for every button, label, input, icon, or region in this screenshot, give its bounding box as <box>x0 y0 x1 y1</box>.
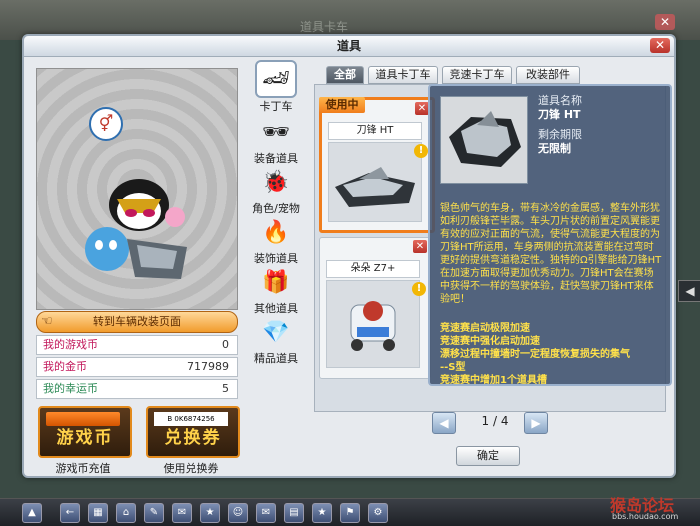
stat-label: 我的幸运币 <box>43 382 98 395</box>
category-label: 精品道具 <box>254 352 298 365</box>
goto-modify-page-button[interactable]: ☜ 转到车辆改装页面 <box>36 311 238 333</box>
voucher-barcode: B 0K6874256 <box>154 412 228 426</box>
kart-image <box>328 142 422 222</box>
feature-line: 竞速赛启动极限加速 <box>440 323 530 334</box>
tab-item-kart[interactable]: 道具卡丁车 <box>368 66 438 84</box>
flag-icon[interactable]: ⚑ <box>340 503 360 523</box>
stat-value: 5 <box>222 382 229 395</box>
category-label: 角色/宠物 <box>252 202 300 215</box>
book-icon[interactable]: ▤ <box>284 503 304 523</box>
voucher-caption: 使用兑换券 <box>163 462 219 475</box>
gem-icon: 💎 <box>262 320 290 345</box>
tooltip-features: 竞速赛启动极限加速 竞速赛中强化启动加速 漂移过程中撞墙时一定程度恢复损失的集气… <box>440 322 662 387</box>
character-preview: ⚥ <box>36 68 238 310</box>
gender-icon: ⚥ <box>89 107 123 141</box>
character-avatar <box>85 179 187 279</box>
trophy-icon[interactable]: ★ <box>200 503 220 523</box>
background-close-icon[interactable]: ✕ <box>655 14 675 30</box>
chat-icon[interactable]: ✉ <box>172 503 192 523</box>
stat-lucky-coin: 我的幸运币 5 <box>36 379 238 399</box>
category-kart[interactable]: 🏎 卡丁车 <box>250 60 302 114</box>
stat-game-coin: 我的游戏币 0 <box>36 335 238 355</box>
page-indicator: 1 / 4 <box>481 414 509 428</box>
remove-icon[interactable]: ✕ <box>413 240 427 253</box>
tooltip-name-value: 刀锋 HT <box>538 108 581 121</box>
tooltip-kart-image <box>440 96 528 184</box>
kart-image <box>326 280 420 368</box>
decoration-icon: 🔥 <box>262 220 290 245</box>
tooltip-description: 银色帅气的车身，带有冰冷的金属感，整车外形犹如利刃般锋芒毕露。车头刀片状的前置定… <box>440 203 662 305</box>
prev-page-button[interactable]: ◀ <box>432 412 456 434</box>
kart-duoduo-icon <box>350 301 396 351</box>
voucher-button[interactable]: B 0K6874256 兑换券 <box>146 406 240 458</box>
category-label: 装备道具 <box>254 152 298 165</box>
category-premium[interactable]: 💎 精品道具 <box>250 316 302 366</box>
game-coin-caption: 游戏币充值 <box>55 462 111 475</box>
category-decoration[interactable]: 🔥 装饰道具 <box>250 216 302 266</box>
back-icon[interactable]: ← <box>60 503 80 523</box>
info-icon[interactable]: ! <box>412 282 426 296</box>
settings-icon[interactable]: ⚙ <box>368 503 388 523</box>
watermark-url: bbs.houdao.com <box>612 512 679 521</box>
stat-label: 我的游戏币 <box>43 338 98 351</box>
background-window-title: 道具卡车 <box>300 20 349 34</box>
stat-value: 717989 <box>187 360 229 373</box>
info-icon[interactable]: ! <box>414 144 428 158</box>
feature-line: 竞速赛中增加1个道具槽 <box>440 375 547 386</box>
stat-gold-coin: 我的金币 717989 <box>36 357 238 377</box>
item-detail-tooltip: 道具名称 刀锋 HT 剩余期限 无限制 银色帅气的车身，带有冰冷的金属感，整车外… <box>428 84 672 386</box>
in-use-badge: 使用中 <box>319 97 365 113</box>
remove-icon[interactable]: ✕ <box>415 102 429 115</box>
game-taskbar: ▲ ← ▦ ⌂ ✎ ✉ ★ ☺ ✉ ▤ ★ ⚑ ⚙ <box>0 498 700 526</box>
feature-line: 漂移过程中撞墙时一定程度恢复损失的集气 <box>440 349 630 360</box>
kart-blade-icon <box>335 167 415 207</box>
item-name: 朵朵 Z7+ <box>326 260 420 278</box>
tab-all[interactable]: 全部 <box>326 66 364 84</box>
game-coin-label: 游戏币 <box>56 428 114 448</box>
wrench-icon[interactable]: ✎ <box>144 503 164 523</box>
category-label: 其他道具 <box>254 302 298 315</box>
feature-line: 竞速赛中强化启动加速 <box>440 336 540 347</box>
side-panel-toggle[interactable]: ◀ <box>678 280 700 302</box>
item-name: 刀锋 HT <box>328 122 422 140</box>
tab-parts[interactable]: 改装部件 <box>516 66 580 84</box>
feature-line: --S型 <box>440 362 466 373</box>
next-page-button[interactable]: ▶ <box>524 412 548 434</box>
stat-value: 0 <box>222 338 229 351</box>
category-other[interactable]: 🎁 其他道具 <box>250 266 302 316</box>
game-coin-recharge-button[interactable]: 游戏币 <box>38 406 132 458</box>
kart-icon: 🏎 <box>255 60 297 98</box>
item-card[interactable]: 使用中 ✕ 刀锋 HT ! <box>319 97 435 233</box>
game-coin-bar-icon <box>46 412 120 426</box>
kart-blade-icon <box>449 111 521 167</box>
dialog-close-button[interactable]: ✕ <box>650 38 670 53</box>
category-label: 装饰道具 <box>254 252 298 265</box>
team-icon[interactable]: ☺ <box>228 503 248 523</box>
cart-icon[interactable]: ▦ <box>88 503 108 523</box>
tooltip-remain-value: 无限制 <box>538 142 571 155</box>
equipment-icon: 🕶 <box>262 120 290 145</box>
category-character[interactable]: 🐞 角色/宠物 <box>250 166 302 216</box>
dialog-title: 道具 <box>24 36 674 57</box>
tab-racing-kart[interactable]: 竞速卡丁车 <box>442 66 512 84</box>
start-icon[interactable]: ▲ <box>22 503 42 523</box>
gift-icon: 🎁 <box>262 270 290 295</box>
mail-icon[interactable]: ✉ <box>256 503 276 523</box>
character-icon: 🐞 <box>262 170 290 195</box>
item-card[interactable]: ✕ 朵朵 Z7+ ! <box>319 237 431 379</box>
category-label: 卡丁车 <box>259 100 293 113</box>
hand-pointer-icon: ☜ <box>41 314 53 329</box>
home-icon[interactable]: ⌂ <box>116 503 136 523</box>
confirm-button[interactable]: 确定 <box>456 446 520 466</box>
voucher-label: 兑换券 <box>164 428 222 448</box>
rank-icon[interactable]: ★ <box>312 503 332 523</box>
category-equipment[interactable]: 🕶 装备道具 <box>250 116 302 166</box>
stat-label: 我的金币 <box>43 360 87 373</box>
goto-modify-label: 转到车辆改装页面 <box>93 315 181 328</box>
